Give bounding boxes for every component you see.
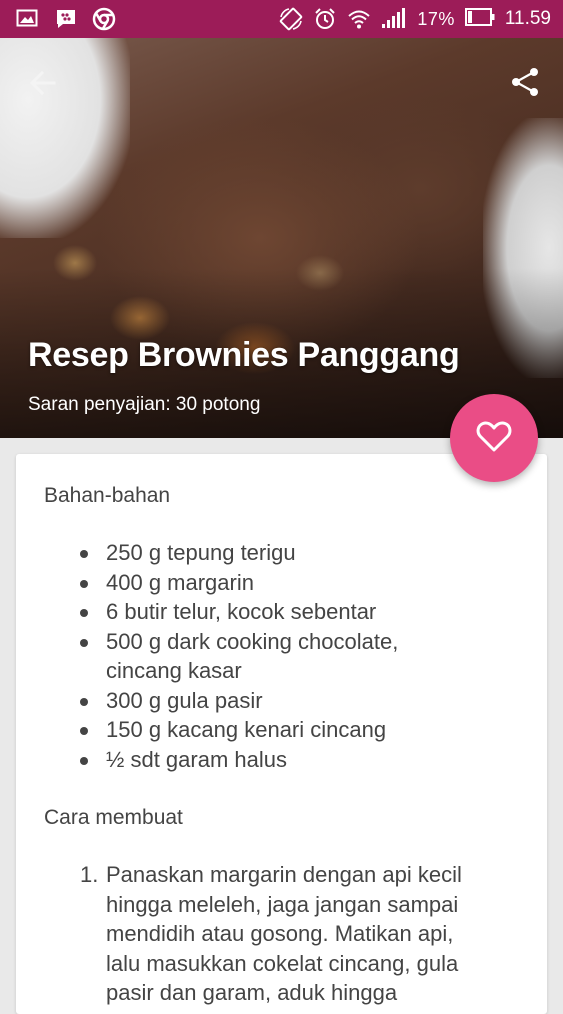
status-bar: 17% 11.59	[0, 0, 563, 38]
clock-time: 11.59	[504, 8, 551, 29]
method-step: 1. Panaskan margarin dengan api kecil hing…	[44, 860, 519, 1008]
ingredient-text: 500 g dark cooking chocolate,	[106, 628, 399, 654]
step-text: pasir dan garam, aduk hingga	[106, 980, 398, 1005]
screen-rotate-icon	[279, 7, 303, 31]
step-text: Panaskan margarin dengan api kecil	[106, 862, 462, 887]
plate-edge	[483, 118, 563, 378]
ingredient-item: 150 g kacang kenari cincang	[44, 715, 519, 745]
bullet-icon	[80, 756, 88, 765]
method-steps: 1. Panaskan margarin dengan api kecil hing…	[44, 860, 519, 1008]
battery-icon	[464, 7, 495, 31]
share-icon	[509, 68, 541, 102]
battery-percent: 17%	[417, 8, 455, 29]
bullet-icon	[80, 579, 88, 588]
share-button[interactable]	[509, 66, 541, 98]
recipe-title: Resep Brownies Panggang	[28, 336, 460, 374]
ingredient-text: cincang kasar	[106, 658, 242, 683]
ingredient-text: 250 g tepung terigu	[106, 540, 296, 565]
step-text: lalu masukkan cokelat cincang, gula	[106, 950, 459, 976]
ingredients-heading: Bahan-bahan	[44, 484, 171, 507]
heart-icon	[476, 419, 512, 458]
alarm-icon	[313, 7, 337, 31]
ingredient-text: 150 g kacang kenari cincang	[106, 717, 387, 742]
bbm-icon	[54, 7, 78, 31]
bullet-icon	[80, 550, 88, 558]
ingredient-text: ½ sdt garam halus	[106, 746, 287, 772]
recipe-card: Bahan-bahan 250 g tepung terigu 400 g mar…	[16, 454, 547, 1014]
bullet-icon	[80, 638, 88, 647]
wifi-icon	[347, 7, 371, 31]
back-arrow-icon	[28, 70, 58, 102]
ingredient-text: 300 g gula pasir	[106, 687, 263, 713]
gallery-icon	[16, 7, 40, 31]
bullet-icon	[80, 609, 88, 617]
bullet-icon	[80, 697, 88, 706]
ingredient-item: 500 g dark cooking chocolate, cincang kas…	[44, 627, 519, 686]
ingredient-text: 400 g margarin	[106, 569, 254, 595]
bullet-icon	[80, 727, 88, 735]
favorite-button[interactable]	[450, 394, 538, 482]
ingredient-item: ½ sdt garam halus	[44, 745, 519, 775]
back-button[interactable]	[28, 68, 58, 98]
step-number: 1.	[80, 862, 99, 887]
ingredient-item: 400 g margarin	[44, 568, 519, 598]
serving-info: Saran penyajian: 30 potong	[28, 394, 261, 415]
ingredient-item: 250 g tepung terigu	[44, 538, 519, 568]
recipe-hero-image	[0, 38, 563, 438]
step-text: mendidih atau gosong. Matikan api,	[106, 921, 454, 946]
ingredient-item: 300 g gula pasir	[44, 686, 519, 716]
chrome-icon	[92, 7, 116, 31]
ingredient-text: 6 butir telur, kocok sebentar	[106, 599, 377, 624]
ingredients-list: 250 g tepung terigu 400 g margarin 6 butir…	[44, 538, 519, 774]
step-text: hingga meleleh, jaga jangan sampai	[106, 891, 459, 917]
signal-icon	[381, 7, 407, 31]
method-heading: Cara membuat	[44, 806, 183, 829]
ingredient-item: 6 butir telur, kocok sebentar	[44, 597, 519, 627]
